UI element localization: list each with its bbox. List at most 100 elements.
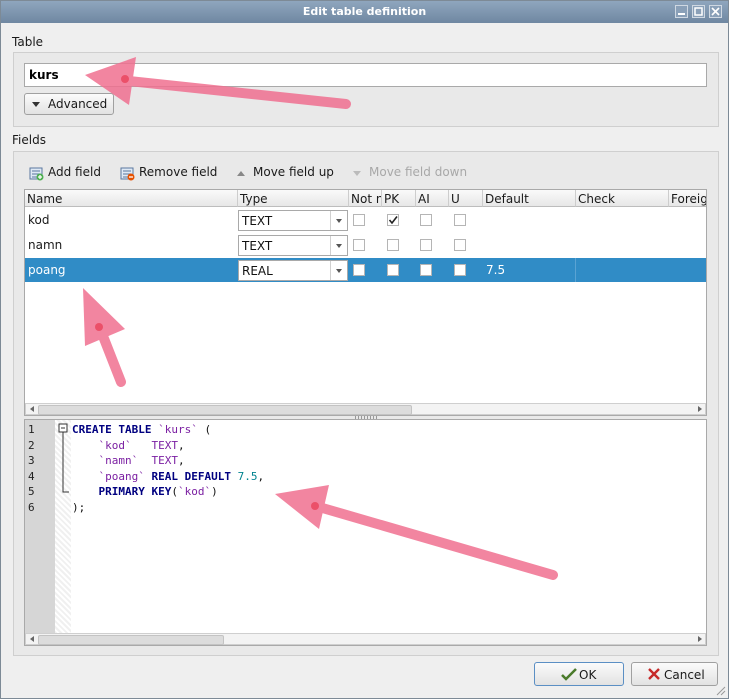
add-field-button[interactable]: Add field: [28, 163, 108, 183]
sql-token: CREATE TABLE: [72, 423, 152, 436]
scroll-left-icon[interactable]: [28, 635, 36, 643]
scroll-right-icon[interactable]: [696, 635, 704, 643]
sql-code-line: `namn` TEXT,: [72, 454, 185, 467]
sql-token: `kod`: [177, 485, 212, 499]
field-type-select[interactable]: TEXT: [238, 235, 348, 256]
scrollbar-thumb[interactable]: [38, 635, 224, 645]
checkmark-icon: [388, 216, 398, 225]
column-header-ai[interactable]: AI: [416, 190, 449, 207]
column-header-type[interactable]: Type: [238, 190, 349, 207]
sql-preview-editor[interactable]: 1 2 34 5 6 CREATE TABLE `kurs` ( `kod` TEXT,…: [24, 419, 707, 646]
sql-token: PRIMARY KEY: [98, 485, 172, 499]
fold-marker-icon[interactable]: [55, 420, 71, 645]
column-header-check[interactable]: Check: [576, 190, 669, 207]
advanced-button[interactable]: Advanced: [24, 93, 114, 115]
move-field-up-button[interactable]: Move field up: [233, 163, 334, 183]
fields-section-label: Fields: [12, 133, 46, 147]
sql-token: (: [197, 423, 212, 436]
column-header-pk[interactable]: PK: [382, 190, 416, 207]
table-name-input[interactable]: [24, 63, 707, 87]
cancel-icon: [648, 668, 660, 680]
field-name-cell[interactable]: poang: [25, 258, 238, 282]
ok-icon: [561, 668, 577, 681]
sql-token: `kod`: [98, 438, 132, 452]
unique-checkbox[interactable]: [454, 214, 466, 226]
maximize-icon: [694, 7, 703, 16]
table-row[interactable]: kod TEXT: [25, 208, 706, 232]
remove-field-button[interactable]: Remove field: [119, 163, 219, 183]
pk-checkbox[interactable]: [387, 214, 399, 226]
sql-code-line: `kod` TEXT,: [72, 439, 185, 452]
ai-checkbox[interactable]: [420, 239, 432, 251]
column-header-default[interactable]: Default: [483, 190, 576, 207]
fields-horizontal-scrollbar[interactable]: [25, 403, 706, 415]
field-name-cell[interactable]: namn: [25, 233, 238, 257]
table-section-label: Table: [12, 35, 44, 49]
close-button[interactable]: [709, 5, 722, 18]
ok-button[interactable]: OK: [534, 662, 624, 686]
cancel-button[interactable]: Cancel: [631, 662, 718, 686]
sql-token: TEXT: [151, 454, 179, 468]
column-header-not-null[interactable]: Not n: [349, 190, 382, 207]
sql-token: ,: [257, 469, 265, 483]
move-field-down-button[interactable]: Move field down: [349, 163, 467, 183]
resize-grip-icon[interactable]: [714, 684, 726, 696]
sql-horizontal-scrollbar[interactable]: [25, 633, 706, 645]
field-type-select[interactable]: TEXT: [238, 210, 348, 231]
title-bar[interactable]: Edit table definition: [1, 1, 728, 23]
sql-code-line: CREATE TABLE `kurs` (: [72, 423, 211, 436]
default-cell[interactable]: [483, 233, 576, 257]
maximize-button[interactable]: [692, 5, 705, 18]
chevron-down-icon: [32, 102, 40, 107]
not-null-checkbox[interactable]: [353, 264, 365, 276]
fields-table: Name Type Not n PK AI U Default Check Fo…: [24, 189, 707, 416]
ai-checkbox[interactable]: [420, 214, 432, 226]
minimize-button[interactable]: [675, 5, 688, 18]
sql-token: TEXT: [151, 438, 179, 452]
advanced-label: Advanced: [48, 97, 108, 111]
sql-token: ,: [178, 438, 185, 452]
column-header-name[interactable]: Name: [25, 190, 238, 207]
sql-token: ,: [178, 454, 185, 468]
line-number: 2: [28, 438, 35, 452]
sql-token: (: [171, 485, 178, 499]
edit-table-dialog: Edit table definition Table Advanced Fie…: [0, 0, 729, 699]
ai-checkbox[interactable]: [420, 264, 432, 276]
pk-checkbox[interactable]: [387, 264, 399, 276]
not-null-checkbox[interactable]: [353, 239, 365, 251]
sql-token: `poang`: [98, 469, 145, 483]
sql-code-line: );: [72, 501, 85, 514]
default-cell[interactable]: [483, 208, 576, 232]
default-cell[interactable]: 7.5: [483, 258, 576, 282]
sql-token: ): [211, 485, 218, 499]
table-row-selected[interactable]: poang REAL 7.5: [25, 258, 706, 282]
line-number: 1: [28, 423, 35, 436]
field-name-cell[interactable]: kod: [25, 208, 238, 232]
chevron-down-icon: [330, 261, 347, 280]
field-type-select[interactable]: REAL: [238, 260, 348, 281]
column-header-u[interactable]: U: [449, 190, 483, 207]
not-null-checkbox[interactable]: [353, 214, 365, 226]
scroll-right-icon[interactable]: [696, 405, 704, 413]
chevron-down-icon: [330, 236, 347, 255]
table-row[interactable]: namn TEXT: [25, 233, 706, 257]
chevron-down-icon: [330, 211, 347, 230]
unique-checkbox[interactable]: [454, 264, 466, 276]
add-field-icon: [29, 167, 44, 181]
line-number: 6: [28, 501, 35, 514]
scroll-left-icon[interactable]: [28, 405, 36, 413]
sql-code-line: PRIMARY KEY(`kod`): [72, 485, 218, 498]
column-header-foreign[interactable]: Foreign: [669, 190, 706, 207]
sql-token: 7.5: [237, 469, 258, 483]
pk-checkbox[interactable]: [387, 239, 399, 251]
unique-checkbox[interactable]: [454, 239, 466, 251]
sql-token: REAL DEFAULT: [151, 469, 231, 483]
scrollbar-thumb[interactable]: [38, 405, 412, 415]
